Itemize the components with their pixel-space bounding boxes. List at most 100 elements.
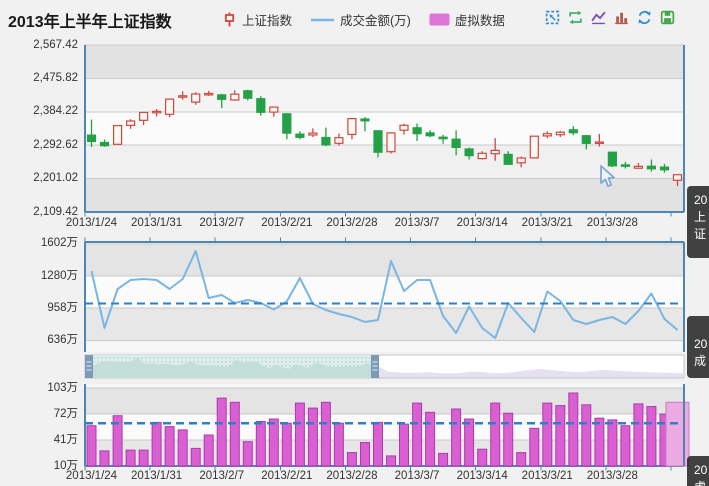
bar[interactable] <box>346 452 357 467</box>
candle-body[interactable] <box>295 133 305 138</box>
bar[interactable] <box>360 442 370 467</box>
y-axis-label: 958万 <box>47 301 78 314</box>
candle-body[interactable] <box>204 92 214 96</box>
x-axis-label: 2013/3/7 <box>394 470 440 482</box>
candle-body[interactable] <box>230 93 240 101</box>
candle-body[interactable] <box>256 98 266 113</box>
bar[interactable] <box>620 425 631 467</box>
x-axis-label: 2013/2/21 <box>261 470 313 482</box>
bar[interactable] <box>99 450 110 467</box>
bar[interactable] <box>581 404 592 467</box>
candle-body[interactable] <box>425 132 435 137</box>
candle-body[interactable] <box>86 134 97 143</box>
candle-body[interactable] <box>347 117 357 135</box>
bar[interactable] <box>294 402 305 467</box>
bar[interactable] <box>594 417 605 467</box>
candle-body[interactable] <box>672 174 683 181</box>
candle-body[interactable] <box>581 135 591 144</box>
bar[interactable] <box>177 429 188 467</box>
bar[interactable] <box>568 392 579 467</box>
bar[interactable] <box>281 422 292 467</box>
candle-body[interactable] <box>399 124 409 131</box>
candle-body[interactable] <box>555 131 565 136</box>
candle-body[interactable] <box>112 124 123 145</box>
x-axis-label: 2013/2/21 <box>261 217 313 229</box>
bar[interactable] <box>399 423 409 467</box>
bar[interactable] <box>542 402 553 467</box>
x-axis-label: 2013/3/7 <box>394 217 440 229</box>
bar[interactable] <box>529 427 540 467</box>
x-axis-label: 2013/1/24 <box>65 470 118 482</box>
bar[interactable] <box>320 401 331 467</box>
candle-body[interactable] <box>568 129 578 134</box>
bar[interactable] <box>490 402 501 467</box>
candle-body[interactable] <box>243 90 253 99</box>
bar[interactable] <box>125 449 136 467</box>
bar[interactable] <box>633 403 644 467</box>
candle-body[interactable] <box>516 157 526 164</box>
candle-body[interactable] <box>438 136 448 140</box>
candle-body[interactable] <box>490 149 500 155</box>
candle-body[interactable] <box>503 153 513 165</box>
bar[interactable] <box>555 405 566 467</box>
candle-body[interactable] <box>152 110 162 114</box>
candle-body[interactable] <box>659 166 670 171</box>
candle-body[interactable] <box>529 135 539 159</box>
candle-body[interactable] <box>308 132 318 136</box>
bar[interactable] <box>665 401 690 467</box>
bar[interactable] <box>425 411 436 467</box>
x-axis-label: 2013/3/28 <box>586 470 638 482</box>
axis-tooltip: 20 成 <box>687 316 709 378</box>
candle-body[interactable] <box>594 141 605 144</box>
y-axis-label: 72万 <box>53 407 78 420</box>
bar[interactable] <box>151 421 162 467</box>
bar[interactable] <box>503 412 514 467</box>
candle-body[interactable] <box>269 106 279 113</box>
candle-body[interactable] <box>178 95 188 98</box>
bar[interactable] <box>307 407 318 467</box>
candle-body[interactable] <box>451 138 461 148</box>
bar[interactable] <box>386 455 396 467</box>
bar[interactable] <box>464 418 475 467</box>
bar[interactable] <box>333 422 344 467</box>
candle-body[interactable] <box>620 164 631 167</box>
candle-body[interactable] <box>165 98 175 115</box>
bar[interactable] <box>646 406 657 467</box>
candle-body[interactable] <box>282 113 292 134</box>
bar[interactable] <box>373 421 383 467</box>
bar[interactable] <box>216 397 227 467</box>
bar[interactable] <box>438 452 449 467</box>
candle-body[interactable] <box>373 130 383 153</box>
bar[interactable] <box>412 402 423 467</box>
candle-body[interactable] <box>191 93 201 103</box>
candle-body[interactable] <box>217 94 227 100</box>
candle-body[interactable] <box>607 151 618 167</box>
x-axis-label: 2013/2/7 <box>199 470 245 482</box>
bar[interactable] <box>255 421 266 467</box>
candle-body[interactable] <box>646 165 657 170</box>
bar[interactable] <box>138 449 149 467</box>
candle-body[interactable] <box>360 118 370 122</box>
candle-body[interactable] <box>139 111 149 121</box>
candle-body[interactable] <box>125 120 136 126</box>
candle-body[interactable] <box>386 132 396 153</box>
candle-body[interactable] <box>542 133 552 137</box>
candle-body[interactable] <box>334 137 344 144</box>
bar[interactable] <box>607 419 618 467</box>
candle-body[interactable] <box>633 165 644 169</box>
candle-body[interactable] <box>464 148 474 157</box>
bar[interactable] <box>164 426 175 467</box>
bar[interactable] <box>242 441 253 467</box>
candle-body[interactable] <box>477 152 487 160</box>
bar[interactable] <box>516 452 527 467</box>
bar[interactable] <box>268 418 279 467</box>
bar[interactable] <box>477 448 488 467</box>
candle-body[interactable] <box>412 127 422 135</box>
candle-body[interactable] <box>321 136 331 146</box>
bar[interactable] <box>86 425 97 467</box>
bar[interactable] <box>190 447 201 467</box>
candle-body[interactable] <box>99 141 110 147</box>
bar[interactable] <box>229 401 240 467</box>
bar[interactable] <box>451 408 462 467</box>
bar[interactable] <box>203 434 214 467</box>
